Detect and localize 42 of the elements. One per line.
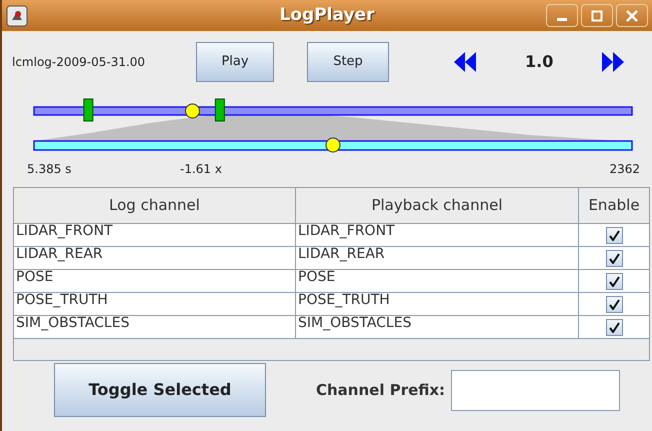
channel-prefix-label: Channel Prefix: bbox=[316, 380, 446, 401]
step-button[interactable]: Step bbox=[307, 42, 389, 82]
enable-checkbox[interactable] bbox=[606, 272, 622, 290]
play-button[interactable]: Play bbox=[196, 42, 274, 82]
speed-thumb[interactable] bbox=[326, 138, 340, 152]
table-cell: POSE bbox=[14, 270, 296, 292]
table-cell: POSE bbox=[296, 270, 579, 292]
enable-checkbox[interactable] bbox=[606, 318, 622, 336]
table-cell: POSE_TRUTH bbox=[14, 293, 296, 315]
range-marker[interactable] bbox=[214, 98, 225, 122]
time-readout: 5.385 s bbox=[27, 161, 72, 178]
timeline-thumb[interactable] bbox=[184, 104, 200, 118]
maximize-icon bbox=[591, 10, 603, 22]
column-header[interactable]: Playback channel bbox=[296, 188, 579, 223]
minimize-icon bbox=[557, 18, 567, 21]
column-header[interactable]: Enable bbox=[579, 188, 649, 223]
speed-value: 1.0 bbox=[525, 51, 554, 73]
table-cell: LIDAR_FRONT bbox=[14, 224, 296, 246]
maximize-button[interactable] bbox=[581, 4, 613, 27]
close-icon bbox=[626, 10, 638, 22]
enable-checkbox[interactable] bbox=[606, 226, 622, 244]
minimize-button[interactable] bbox=[546, 4, 578, 27]
range-marker[interactable] bbox=[83, 98, 94, 122]
enable-checkbox[interactable] bbox=[606, 296, 622, 312]
table-cell: SIM_OBSTACLES bbox=[14, 316, 296, 338]
fast-forward-icon[interactable] bbox=[601, 51, 625, 73]
toggle-selected-button[interactable]: Toggle Selected bbox=[54, 363, 266, 417]
window-title: LogPlayer bbox=[280, 4, 374, 27]
column-header[interactable]: Log channel bbox=[14, 188, 296, 223]
table-cell: SIM_OBSTACLES bbox=[296, 316, 579, 338]
close-button[interactable] bbox=[616, 4, 648, 27]
rate-readout: -1.61 x bbox=[180, 161, 222, 178]
log-file-name: lcmlog-2009-05-31.00 bbox=[12, 54, 146, 71]
table-cell: POSE_TRUTH bbox=[296, 293, 579, 315]
app-icon bbox=[6, 4, 28, 26]
table-cell: LIDAR_REAR bbox=[14, 247, 296, 269]
rewind-icon[interactable] bbox=[453, 51, 477, 73]
channel-prefix-field[interactable] bbox=[451, 370, 620, 410]
table-cell: LIDAR_REAR bbox=[296, 247, 579, 269]
enable-checkbox[interactable] bbox=[606, 250, 622, 266]
count-readout: 2362 bbox=[609, 161, 640, 178]
table-cell: LIDAR_FRONT bbox=[296, 224, 579, 246]
